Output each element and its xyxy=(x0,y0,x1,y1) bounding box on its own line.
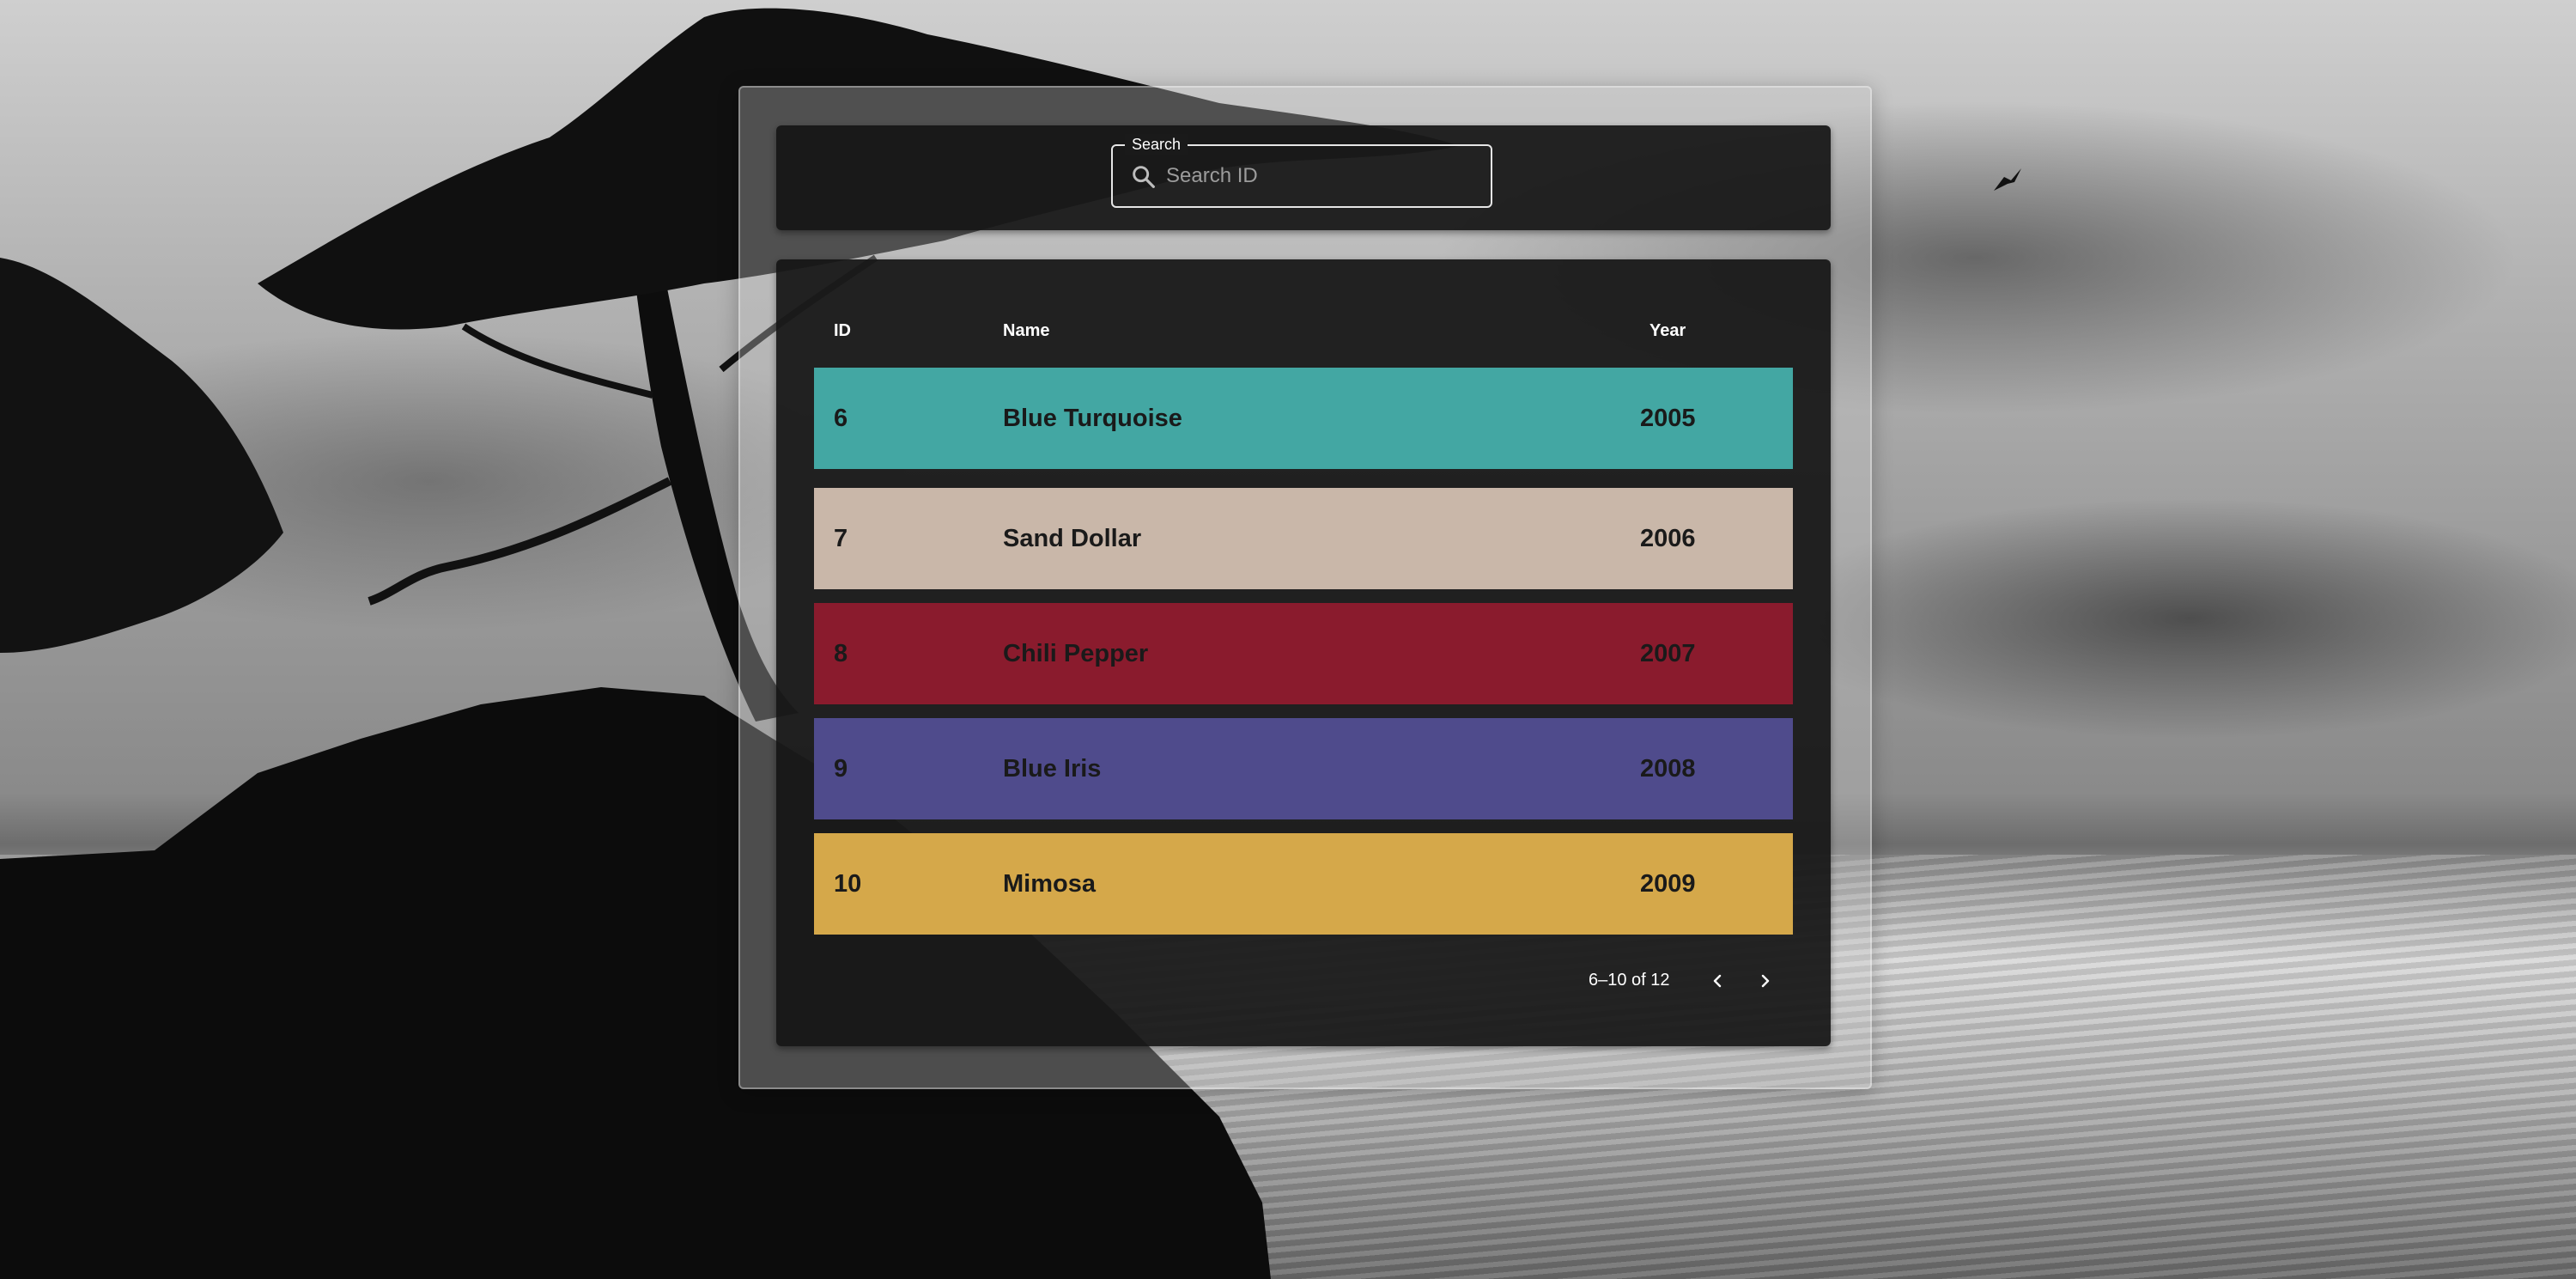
header-id: ID xyxy=(834,321,851,340)
cell-id: 6 xyxy=(834,405,848,432)
table-row[interactable]: 7 Sand Dollar 2006 xyxy=(814,488,1793,589)
previous-page-button[interactable] xyxy=(1700,964,1735,998)
cell-name: Blue Iris xyxy=(1003,755,1102,783)
cell-year: 2009 xyxy=(1640,870,1696,898)
search-field[interactable]: Search xyxy=(1111,134,1492,208)
search-input[interactable] xyxy=(1166,158,1475,194)
cell-id: 8 xyxy=(834,640,848,667)
cell-year: 2007 xyxy=(1640,640,1696,667)
cell-name: Blue Turquoise xyxy=(1003,405,1182,432)
table-row[interactable]: 6 Blue Turquoise 2005 xyxy=(814,368,1793,469)
pagination: 6–10 of 12 xyxy=(776,964,1831,998)
search-icon xyxy=(1133,166,1155,188)
cell-year: 2005 xyxy=(1640,405,1696,432)
table-row[interactable]: 8 Chili Pepper 2007 xyxy=(814,603,1793,704)
cell-id: 10 xyxy=(834,870,862,898)
cell-name: Chili Pepper xyxy=(1003,640,1149,667)
cell-year: 2008 xyxy=(1640,755,1696,783)
pagination-range: 6–10 of 12 xyxy=(1589,971,1670,990)
search-label: Search xyxy=(1125,134,1188,155)
header-year: Year xyxy=(1649,321,1686,340)
header-name: Name xyxy=(1003,321,1050,340)
table-row[interactable]: 10 Mimosa 2009 xyxy=(814,833,1793,935)
chevron-right-icon xyxy=(1761,974,1770,988)
cell-name: Mimosa xyxy=(1003,870,1096,898)
cell-name: Sand Dollar xyxy=(1003,525,1142,552)
cell-id: 9 xyxy=(834,755,848,783)
table-panel: ID Name Year 6 Blue Turquoise 2005 7 San… xyxy=(776,259,1831,1046)
chevron-left-icon xyxy=(1713,974,1722,988)
table-row[interactable]: 9 Blue Iris 2008 xyxy=(814,718,1793,819)
cell-year: 2006 xyxy=(1640,525,1696,552)
search-panel: Search xyxy=(776,125,1831,230)
cell-id: 7 xyxy=(834,525,848,552)
table-header: ID Name Year xyxy=(814,313,1793,350)
next-page-button[interactable] xyxy=(1748,964,1783,998)
